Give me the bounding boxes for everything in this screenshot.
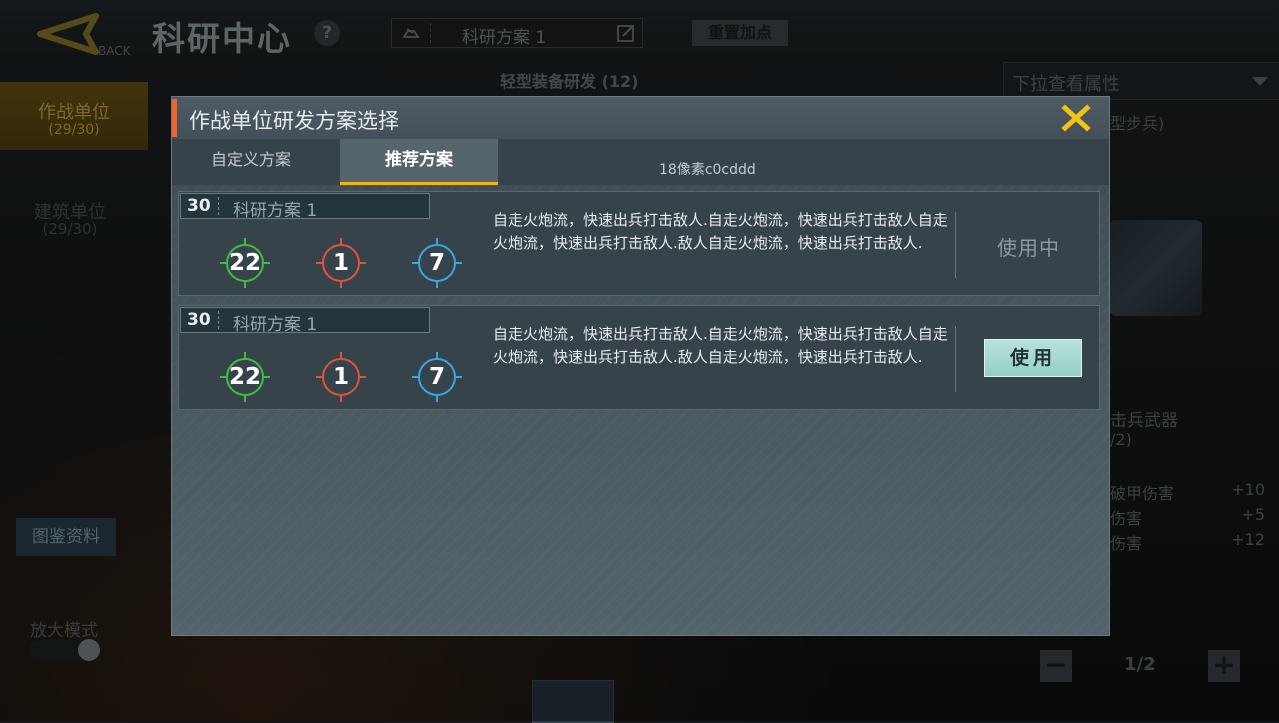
plan-card: 30 科研方案 1 22 1 7 自走火炮流，快速出兵打击敌人.自走火炮流，快速… [178,191,1100,296]
close-icon[interactable] [1061,103,1091,133]
use-plan-button[interactable]: 使用 [984,339,1082,377]
stat-value: 7 [428,250,445,276]
divider [218,197,219,215]
plan-name: 科研方案 1 [233,201,318,221]
stat-value: 1 [332,250,349,276]
plan-name: 科研方案 1 [233,315,318,335]
plan-header: 30 科研方案 1 [180,307,430,335]
green-stat-badge: 22 [220,352,270,402]
dialog-title: 作战单位研发方案选择 [189,109,399,133]
in-use-status: 使用中 [997,236,1060,260]
stat-value: 22 [228,364,261,390]
plan-tabs: 自定义方案 推荐方案 18像素c0cddd [172,139,1109,185]
green-stat-badge: 22 [220,238,270,288]
stat-value: 7 [428,364,445,390]
red-stat-badge: 1 [316,352,366,402]
plan-header: 30 科研方案 1 [180,193,430,221]
tab-note: 18像素c0cddd [659,162,756,178]
plan-description: 自走火炮流，快速出兵打击敌人.自走火炮流，快速出兵打击敌人自走火炮流，快速出兵打… [493,211,948,252]
plan-description: 自走火炮流，快速出兵打击敌人.自走火炮流，快速出兵打击敌人自走火炮流，快速出兵打… [493,325,948,366]
stat-value: 22 [228,250,261,276]
blue-stat-badge: 7 [412,352,462,402]
tab-custom-plan[interactable]: 自定义方案 [172,139,330,185]
dialog-header: 作战单位研发方案选择 [172,97,1109,140]
plan-select-dialog: 作战单位研发方案选择 自定义方案 推荐方案 18像素c0cddd 30 科研方案… [171,96,1110,636]
plan-card: 30 科研方案 1 22 1 7 自走火炮流，快速出兵打击敌人.自走火炮流，快速… [178,305,1100,410]
plan-level: 30 [187,196,211,216]
header-accent [172,99,177,137]
divider [218,311,219,329]
divider [955,326,956,392]
divider [955,212,956,278]
plan-level: 30 [187,310,211,330]
tab-recommended-plan[interactable]: 推荐方案 [340,139,498,185]
blue-stat-badge: 7 [412,238,462,288]
red-stat-badge: 1 [316,238,366,288]
stat-value: 1 [332,364,349,390]
